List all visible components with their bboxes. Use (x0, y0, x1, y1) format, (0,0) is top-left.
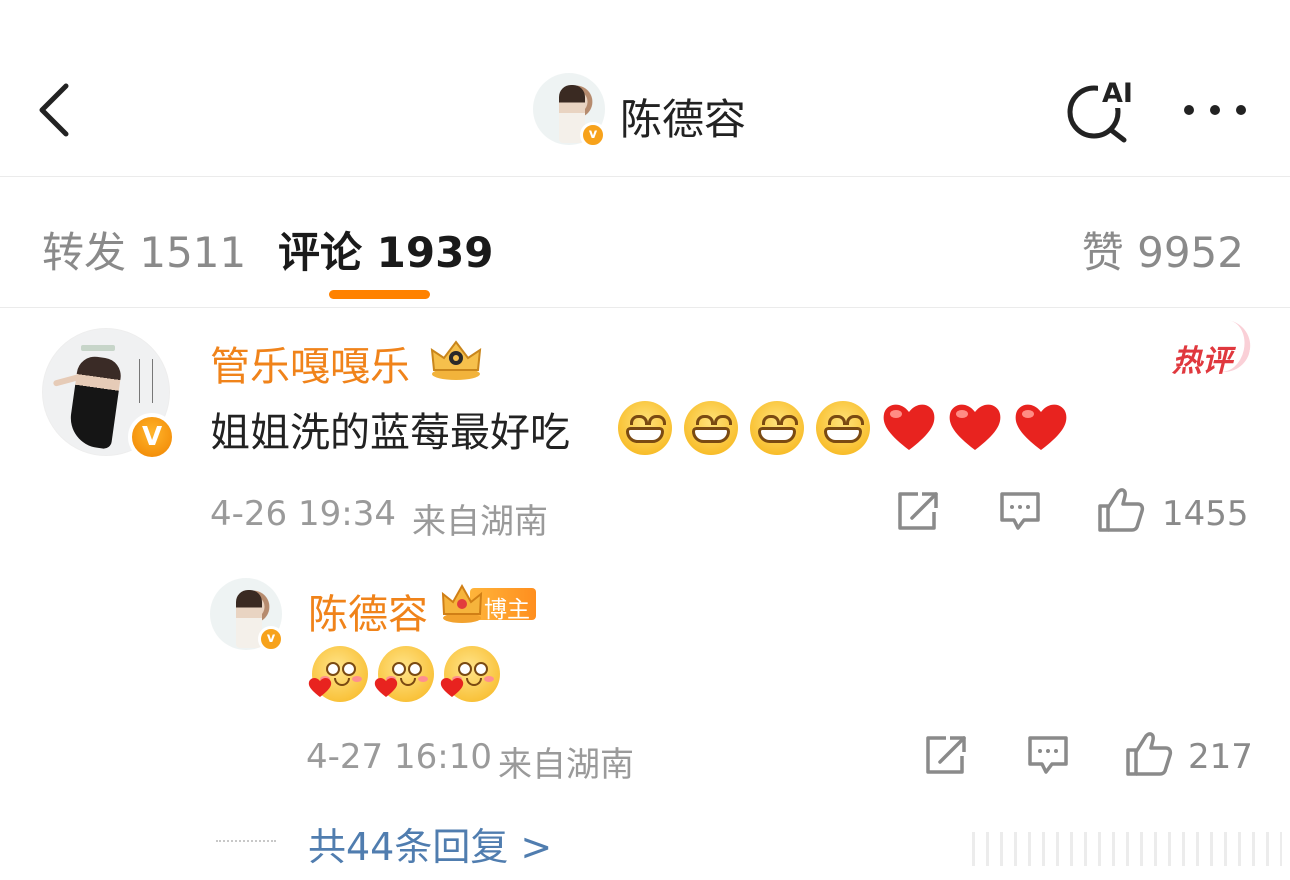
crown-badge-icon (441, 583, 483, 623)
verified-badge-icon: v (580, 122, 606, 148)
active-tab-indicator (329, 290, 430, 299)
view-more-replies-link[interactable]: 共44条回复 > (308, 816, 552, 871)
comment-text: 姐姐洗的蓝莓最好吃 (210, 410, 570, 456)
comment-icon[interactable] (1026, 734, 1070, 776)
heart-emoji-icon (949, 404, 1001, 450)
ai-search-icon[interactable]: AI (1062, 72, 1142, 144)
tab-repost[interactable]: 转发 1511 (42, 219, 246, 280)
love-emoji-icon (308, 646, 368, 702)
like-icon[interactable] (1096, 486, 1146, 534)
heart-emoji-icon (1015, 404, 1067, 450)
reply-location: 来自湖南 (498, 745, 634, 785)
tab-comments[interactable]: 评论 1939 (278, 219, 494, 280)
repost-icon[interactable] (896, 490, 940, 532)
reply-like-count: 217 (1188, 737, 1253, 777)
heart-emoji-icon (883, 404, 935, 450)
verified-badge-icon: V (128, 413, 176, 461)
reply-author-name[interactable]: 陈德容 (308, 582, 428, 640)
top-nav-bar: v 陈德容 AI (0, 0, 1290, 177)
grin-emoji-icon (750, 401, 804, 455)
verified-badge-icon: v (258, 626, 284, 652)
like-icon[interactable] (1124, 730, 1174, 778)
comment-like-count: 1455 (1162, 494, 1249, 534)
divider-dots (216, 840, 276, 842)
repost-icon[interactable] (924, 734, 968, 776)
comment-time: 4-26 19:34 (210, 494, 396, 534)
grin-emoji-icon (618, 401, 672, 455)
tab-likes[interactable]: 赞 9952 (1082, 219, 1244, 280)
comment-location: 来自湖南 (412, 502, 548, 542)
crown-badge-icon (430, 340, 482, 380)
more-options-icon[interactable] (1180, 98, 1250, 122)
love-emoji-icon (374, 646, 434, 702)
commenter-name[interactable]: 管乐嘎嘎乐 (210, 334, 410, 392)
comment-icon[interactable] (998, 490, 1042, 532)
tab-bar: 转发 1511 评论 1939 赞 9952 (0, 177, 1290, 308)
hot-comment-badge: 热评 (1166, 319, 1256, 380)
grin-emoji-icon (684, 401, 738, 455)
page-title: 陈德容 (620, 95, 747, 144)
author-badge: 博主 (440, 582, 536, 626)
hot-comment-label: 热评 (1172, 344, 1232, 379)
back-arrow-icon[interactable] (32, 80, 76, 140)
love-emoji-icon (440, 646, 500, 702)
watermark (972, 832, 1282, 866)
author-badge-label: 博主 (484, 597, 530, 623)
reply-time: 4-27 16:10 (306, 737, 492, 777)
ai-label: AI (1102, 78, 1133, 109)
grin-emoji-icon (816, 401, 870, 455)
